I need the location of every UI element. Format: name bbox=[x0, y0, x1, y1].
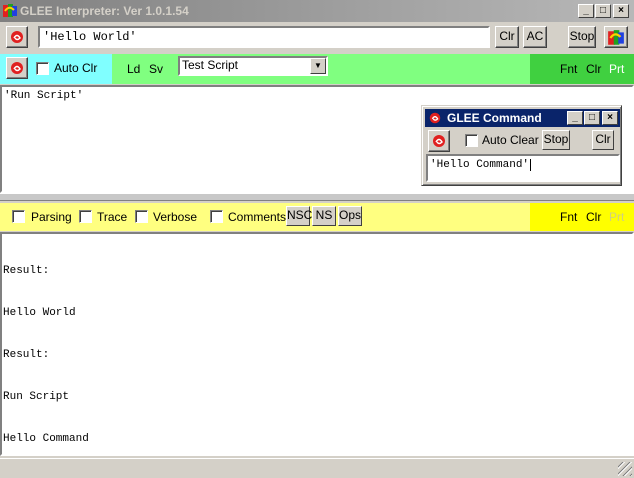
command-input[interactable]: 'Hello World' bbox=[38, 26, 490, 48]
cmd-maximize-button[interactable]: □ bbox=[584, 111, 600, 125]
red-swirl-icon bbox=[433, 135, 445, 147]
window-title: GLEE Interpreter: Ver 1.0.1.54 bbox=[20, 4, 189, 18]
command-window-title: GLEE Command bbox=[447, 111, 542, 125]
script-select-value: Test Script bbox=[182, 58, 239, 72]
glee-app-icon bbox=[608, 30, 624, 45]
auto-clr-checkbox[interactable] bbox=[36, 62, 49, 75]
run-script-button[interactable] bbox=[6, 57, 28, 79]
maximize-button[interactable]: □ bbox=[595, 4, 611, 18]
auto-clear-label: Auto Clear bbox=[482, 133, 539, 147]
glee-logo-button[interactable] bbox=[604, 26, 628, 48]
script-font-button[interactable]: Fnt bbox=[560, 62, 577, 76]
output-print-button[interactable]: Prt bbox=[609, 210, 624, 224]
run-command-button[interactable] bbox=[6, 26, 28, 48]
pane-splitter[interactable] bbox=[0, 193, 634, 201]
ns-button[interactable]: NS bbox=[312, 206, 336, 226]
script-select[interactable]: Test Script ▼ bbox=[178, 56, 328, 76]
verbose-checkbox[interactable] bbox=[135, 210, 148, 223]
close-button[interactable]: × bbox=[613, 4, 629, 18]
parsing-label: Parsing bbox=[31, 210, 72, 224]
title-bar: GLEE Interpreter: Ver 1.0.1.54 _ □ × bbox=[0, 0, 634, 22]
cmd-minimize-button[interactable]: _ bbox=[567, 111, 583, 125]
clr-button[interactable]: Clr bbox=[495, 26, 519, 48]
dropdown-arrow-icon[interactable]: ▼ bbox=[310, 58, 326, 74]
output-line: Result: bbox=[3, 265, 50, 277]
output-line: Hello World bbox=[3, 307, 76, 319]
red-swirl-icon bbox=[11, 62, 23, 74]
output-clr-button[interactable]: Clr bbox=[586, 210, 601, 224]
ops-button[interactable]: Ops bbox=[338, 206, 362, 226]
output-line: Hello Command bbox=[3, 433, 89, 445]
cmd-clr-button[interactable]: Clr bbox=[592, 130, 614, 150]
output-line: Result: bbox=[3, 349, 50, 361]
stop-button[interactable]: Stop bbox=[568, 26, 596, 48]
nsc-button[interactable]: NSC bbox=[286, 206, 312, 226]
output-toolbar: Parsing Trace Verbose Comments NSC NS Op… bbox=[0, 203, 634, 231]
trace-checkbox[interactable] bbox=[79, 210, 92, 223]
minimize-button[interactable]: _ bbox=[578, 4, 594, 18]
cmd-input[interactable]: 'Hello Command' bbox=[426, 154, 620, 182]
script-print-button[interactable]: Prt bbox=[609, 62, 624, 76]
comments-checkbox[interactable] bbox=[210, 210, 223, 223]
verbose-label: Verbose bbox=[153, 210, 198, 224]
command-window-titlebar: GLEE Command _ □ × bbox=[425, 109, 620, 127]
cmd-close-button[interactable]: × bbox=[602, 111, 618, 125]
auto-clr-label: Auto Clr bbox=[54, 61, 98, 75]
script-clr-button[interactable]: Clr bbox=[586, 62, 601, 76]
glee-app-icon bbox=[2, 3, 18, 19]
trace-label: Trace bbox=[97, 210, 128, 224]
load-button[interactable]: Ld bbox=[127, 62, 140, 76]
output-text: Result: Hello World Result: Run Script H… bbox=[3, 236, 89, 474]
output-font-button[interactable]: Fnt bbox=[560, 210, 577, 224]
output-pane[interactable]: Result: Hello World Result: Run Script H… bbox=[0, 232, 634, 456]
resize-grip-icon[interactable] bbox=[618, 462, 632, 476]
ac-button[interactable]: AC bbox=[523, 26, 547, 48]
cmd-stop-button[interactable]: Stop bbox=[542, 130, 570, 150]
save-button[interactable]: Sv bbox=[149, 62, 163, 76]
command-window: GLEE Command _ □ × Auto Clear Stop Clr '… bbox=[421, 105, 622, 186]
red-swirl-icon bbox=[11, 31, 23, 43]
script-text: 'Run Script' bbox=[4, 90, 84, 102]
red-swirl-icon bbox=[429, 112, 441, 124]
parsing-checkbox[interactable] bbox=[12, 210, 25, 223]
auto-clear-checkbox[interactable] bbox=[465, 134, 478, 147]
cmd-run-button[interactable] bbox=[428, 130, 450, 152]
status-bar bbox=[0, 458, 634, 478]
comments-label: Comments bbox=[228, 210, 287, 224]
text-cursor bbox=[530, 159, 532, 171]
output-line: Run Script bbox=[3, 391, 70, 403]
cmd-input-value: 'Hello Command' bbox=[430, 159, 530, 171]
